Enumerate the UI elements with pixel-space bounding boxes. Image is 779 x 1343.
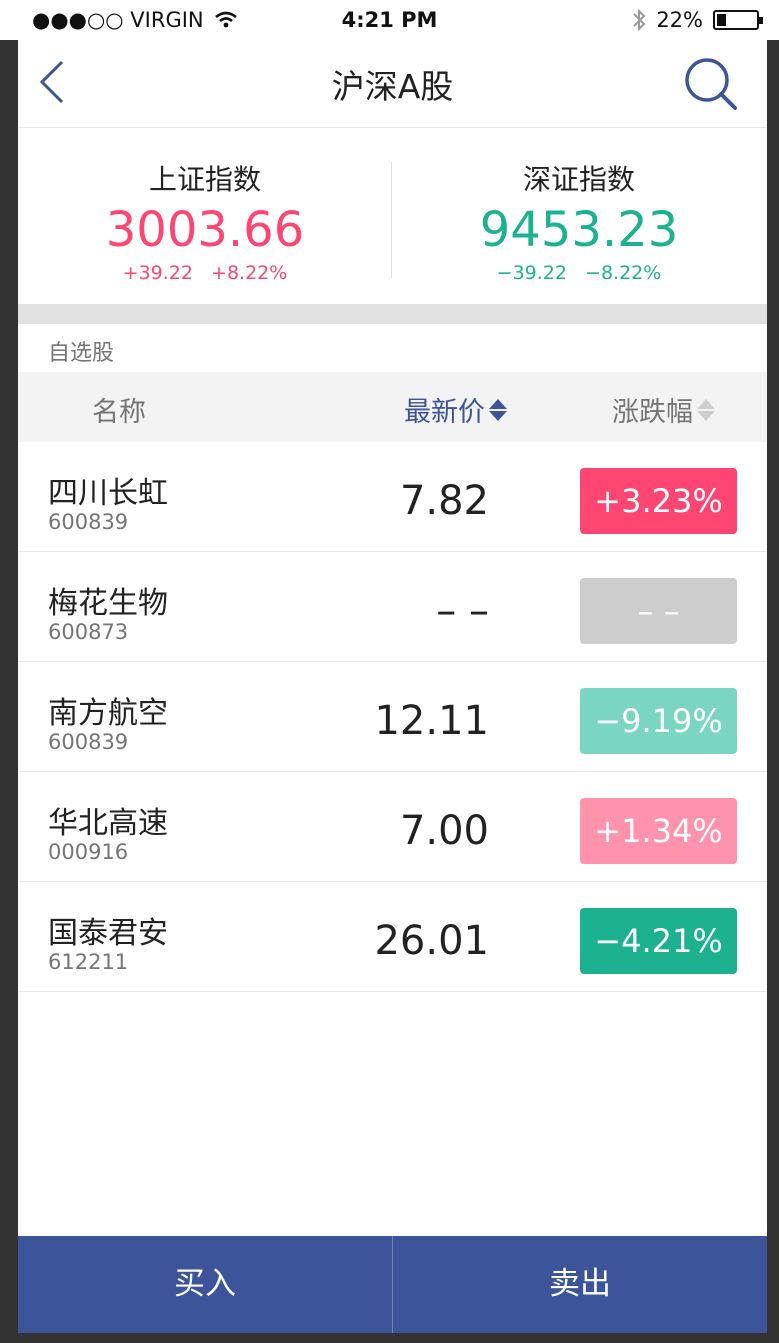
stock-row[interactable]: 华北高速 000916 7.00 +1.34% [18,772,767,882]
index-name: 深证指数 [522,163,635,196]
change-badge: – – [580,578,737,644]
stock-name: 四川长虹 [48,476,168,511]
sort-by-change[interactable]: 涨跌幅 [612,390,715,429]
change-badge: +3.23% [580,468,737,534]
nav-bar: 沪深A股 [18,40,767,128]
index-percent: −8.22% [585,262,662,284]
battery-icon [713,10,763,30]
index-percent: +8.22% [211,262,288,284]
stock-name: 国泰君安 [48,916,168,951]
column-name: 名称 [92,397,146,428]
bluetooth-icon [633,8,646,32]
index-card-shenzhen[interactable]: 深证指数 9453.23 −39.22 −8.22% [392,128,766,304]
search-button[interactable] [683,56,739,112]
column-price-label: 最新价 [404,397,485,428]
page-title: 沪深A股 [331,67,454,106]
stock-row[interactable]: 国泰君安 612211 26.01 −4.21% [18,882,767,992]
stock-code: 600839 [48,510,129,534]
buy-button[interactable]: 买入 [18,1236,392,1333]
action-bar: 买入 卖出 [18,1236,767,1333]
index-value: 9453.23 [479,202,679,258]
stock-name: 梅花生物 [48,586,168,621]
battery-percent: 22% [656,8,703,32]
stock-row[interactable]: 梅花生物 600873 – – – – [18,552,767,662]
stock-price: 7.00 [399,808,489,854]
index-changes: +39.22 +8.22% [18,262,392,284]
change-badge: −4.21% [580,908,737,974]
sort-icon [697,398,715,421]
stock-price: – – [436,588,489,634]
sort-icon [489,398,507,421]
search-icon [685,58,737,110]
stock-price: 7.82 [399,478,489,524]
sort-by-price[interactable]: 最新价 [404,390,507,429]
sell-button[interactable]: 卖出 [393,1236,767,1333]
status-right: 22% [632,8,763,32]
stock-price: 26.01 [374,918,489,964]
column-change-label: 涨跌幅 [612,397,693,428]
change-badge: −9.19% [580,688,737,754]
change-badge: +1.34% [580,798,737,864]
stock-price: 12.11 [374,698,489,744]
watchlist-label: 自选股 [48,341,115,366]
stock-row[interactable]: 南方航空 600839 12.11 −9.19% [18,662,767,772]
market-indices: 上证指数 3003.66 +39.22 +8.22% 深证指数 9453.23 … [18,128,767,304]
index-change: +39.22 [122,262,193,284]
stock-code: 612211 [48,950,129,974]
stock-name: 华北高速 [48,806,168,841]
index-change: −39.22 [496,262,567,284]
index-changes: −39.22 −8.22% [392,262,766,284]
stock-name: 南方航空 [48,696,168,731]
stock-list: 四川长虹 600839 7.82 +3.23% 梅花生物 600873 – – … [18,442,767,992]
stock-code: 000916 [48,840,129,864]
index-card-shanghai[interactable]: 上证指数 3003.66 +39.22 +8.22% [18,128,392,304]
stock-row[interactable]: 四川长虹 600839 7.82 +3.23% [18,442,767,552]
app-screen: 沪深A股 上证指数 3003.66 +39.22 +8.22% 深证指数 945… [18,0,767,1333]
status-bar: ●●●○○ VIRGIN 4:21 PM 22% [0,0,779,40]
index-value: 3003.66 [105,202,305,258]
column-header: 名称 最新价 涨跌幅 [18,372,767,442]
index-name: 上证指数 [148,163,261,196]
stock-code: 600873 [48,620,129,644]
stock-code: 600839 [48,730,129,754]
section-separator [18,304,767,324]
